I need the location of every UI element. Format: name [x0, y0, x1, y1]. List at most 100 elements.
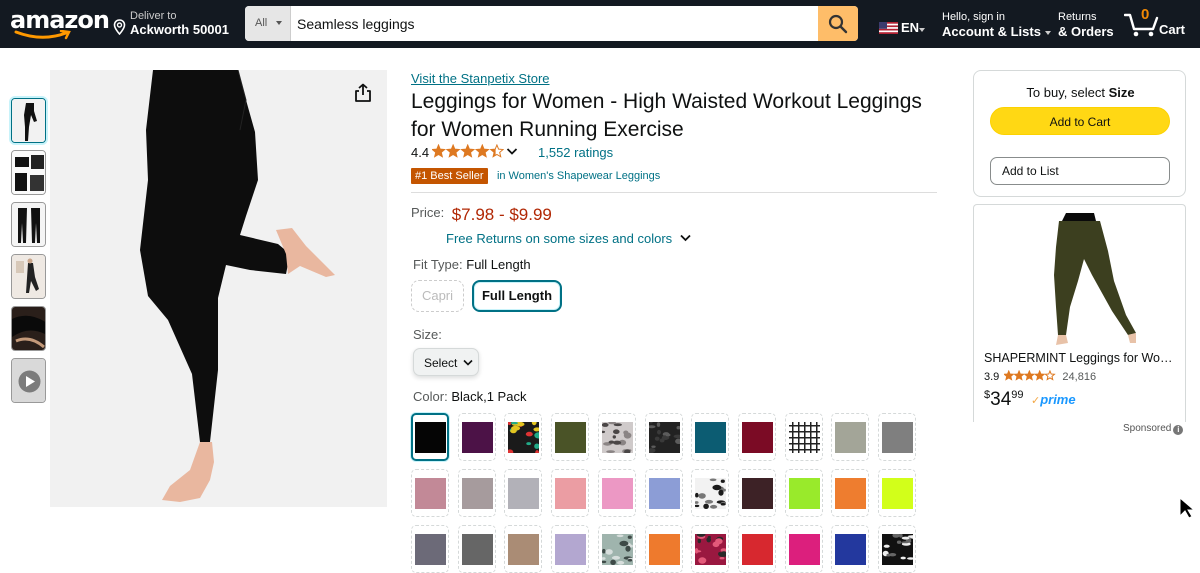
returns-label: Returns	[1058, 11, 1097, 23]
color-swatch-chip	[601, 422, 633, 453]
chevron-down-icon[interactable]	[506, 147, 518, 156]
prime-badge: ✓prime	[1031, 392, 1076, 407]
prime-label: prime	[1040, 392, 1076, 407]
account-lists[interactable]: Hello, sign in Account & Lists	[942, 11, 1051, 39]
color-swatch-chip	[508, 478, 540, 509]
color-swatch[interactable]	[878, 413, 916, 461]
color-row: Color: Black,1 Pack	[413, 389, 526, 404]
color-swatch[interactable]	[644, 525, 683, 573]
color-swatch[interactable]	[737, 525, 776, 573]
free-returns-label: Free Returns on some sizes and colors	[446, 231, 673, 246]
color-swatch[interactable]	[784, 525, 823, 573]
amazon-logo[interactable]: amazon	[10, 6, 110, 44]
color-swatch-chip	[788, 478, 820, 509]
returns-orders[interactable]: Returns & Orders	[1058, 11, 1114, 39]
thumbnail-lifestyle[interactable]	[11, 254, 46, 299]
color-swatch[interactable]	[551, 469, 590, 517]
search-category-label: All	[255, 17, 268, 29]
color-swatch[interactable]	[504, 469, 543, 517]
thumbnail-model-leg-raised[interactable]	[11, 98, 46, 143]
sponsored-ad[interactable]: SHAPERMINT Leggings for Wom... 3.9 24,81…	[973, 204, 1186, 422]
color-swatch[interactable]	[691, 413, 730, 461]
color-swatch-chip	[835, 422, 867, 453]
add-to-list-button[interactable]: Add to List	[990, 157, 1170, 185]
color-swatch[interactable]	[411, 469, 449, 517]
color-swatch-chip	[882, 422, 913, 453]
mouse-cursor-icon	[1179, 496, 1196, 519]
color-swatch-chip	[461, 534, 493, 565]
color-swatch[interactable]	[504, 525, 543, 573]
to-buy-text: To buy, select	[1026, 85, 1105, 100]
sponsored-label[interactable]: Sponsored i	[1123, 423, 1184, 435]
sponsored-text: Sponsored	[1123, 423, 1172, 434]
leggings-thumbnail-image	[12, 255, 45, 298]
price-label: Price:	[411, 205, 445, 220]
color-swatch[interactable]	[597, 525, 636, 573]
price-range: $7.98 - $9.99	[451, 205, 552, 224]
color-swatch[interactable]	[784, 469, 823, 517]
color-swatch[interactable]	[504, 413, 543, 461]
color-swatch[interactable]	[878, 525, 916, 573]
search-input[interactable]	[291, 6, 818, 41]
thumbnail-fabric[interactable]	[11, 306, 46, 351]
cart-button[interactable]: 0 Cart	[1124, 6, 1190, 40]
color-swatch[interactable]	[737, 413, 776, 461]
search-button[interactable]	[818, 6, 858, 41]
color-swatch-grid	[411, 413, 931, 573]
color-swatch-chip	[788, 534, 820, 565]
color-swatch[interactable]	[597, 469, 636, 517]
video-thumbnail-image	[12, 359, 45, 402]
size-select[interactable]: Select	[413, 348, 479, 376]
color-swatch[interactable]	[878, 469, 916, 517]
star-rating-icon[interactable]	[432, 144, 504, 160]
color-swatch[interactable]	[551, 413, 590, 461]
color-swatch[interactable]	[691, 525, 730, 573]
chevron-down-icon	[680, 234, 691, 242]
best-seller-category-link[interactable]: in Women's Shapewear Leggings	[497, 170, 660, 182]
fit-option-full-length[interactable]: Full Length	[472, 280, 562, 312]
color-swatch[interactable]	[457, 469, 496, 517]
ad-review-count: 24,816	[1062, 371, 1097, 383]
color-swatch[interactable]	[691, 469, 730, 517]
color-swatch[interactable]	[551, 525, 590, 573]
color-swatch-chip	[741, 534, 773, 565]
fit-type-label: Fit Type:	[413, 257, 463, 272]
color-swatch[interactable]	[644, 469, 683, 517]
color-swatch-chip	[882, 534, 913, 565]
add-to-cart-button[interactable]: Add to Cart	[990, 107, 1170, 135]
chevron-down-icon	[463, 359, 473, 366]
color-swatch-chip	[648, 478, 680, 509]
thumbnail-video[interactable]	[11, 358, 46, 403]
color-swatch-chip	[508, 422, 540, 453]
color-swatch[interactable]	[597, 413, 636, 461]
color-swatch[interactable]	[411, 413, 449, 461]
leggings-thumbnail-image	[12, 99, 45, 142]
color-swatch-chip	[555, 534, 587, 565]
caret-down-icon	[919, 28, 925, 32]
fit-option-capri[interactable]: Capri	[411, 280, 464, 312]
free-returns-link[interactable]: Free Returns on some sizes and colors	[446, 231, 691, 246]
color-swatch[interactable]	[831, 469, 870, 517]
color-swatch[interactable]	[457, 413, 496, 461]
share-icon[interactable]	[354, 83, 372, 103]
color-swatch[interactable]	[411, 525, 449, 573]
star-rating-icon	[1004, 370, 1057, 381]
ad-title[interactable]: SHAPERMINT Leggings for Wom...	[984, 351, 1180, 365]
color-swatch[interactable]	[831, 525, 870, 573]
color-swatch[interactable]	[457, 525, 496, 573]
visit-store-link[interactable]: Visit the Stanpetix Store	[411, 71, 550, 86]
thumbnail-front-back[interactable]	[11, 202, 46, 247]
color-swatch[interactable]	[644, 413, 683, 461]
search-category-dropdown[interactable]: All	[245, 6, 291, 41]
color-swatch-chip	[788, 422, 820, 453]
thumbnail-waistband[interactable]	[11, 150, 46, 195]
color-swatch[interactable]	[831, 413, 870, 461]
color-swatch-chip	[741, 422, 773, 453]
best-seller-badge[interactable]: #1 Best Seller	[411, 168, 489, 184]
main-product-image[interactable]	[50, 70, 387, 507]
ad-rating: 3.9 24,816	[984, 370, 1096, 383]
color-swatch[interactable]	[784, 413, 823, 461]
color-swatch[interactable]	[737, 469, 776, 517]
color-swatch-chip	[835, 478, 867, 509]
ratings-count-link[interactable]: 1,552 ratings	[538, 145, 613, 160]
